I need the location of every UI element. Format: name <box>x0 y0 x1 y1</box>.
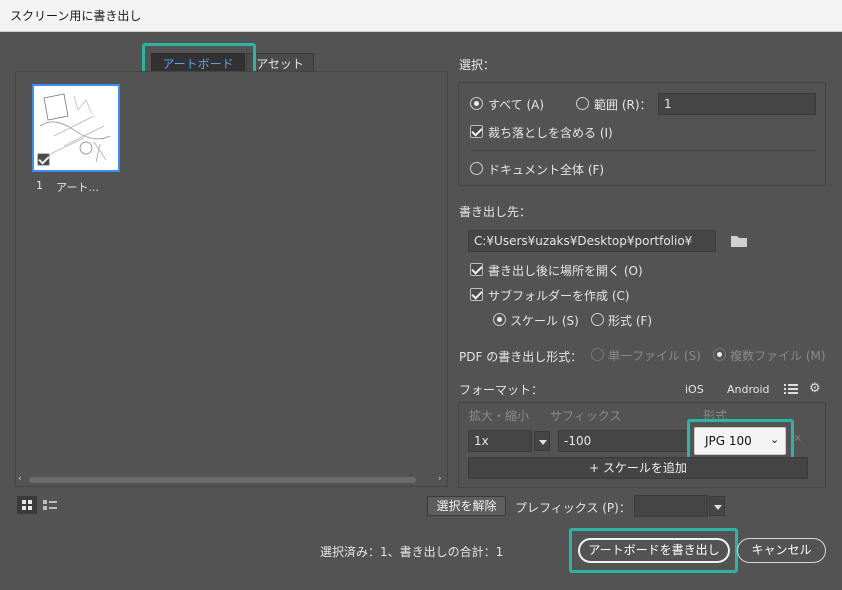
cancel-button[interactable]: キャンセル <box>737 538 826 563</box>
artboard-scrollbar[interactable]: ‹ › <box>17 474 445 485</box>
grid-view-button[interactable] <box>17 496 37 514</box>
scale-field[interactable]: 1x <box>468 430 532 452</box>
export-highlight-frame <box>569 528 738 573</box>
subfolder-checkbox[interactable] <box>470 288 483 301</box>
scroll-right-icon[interactable]: › <box>438 474 442 484</box>
column-scale-header: 拡大・縮小 <box>469 409 530 423</box>
radio-pdf-single-label[interactable]: 単一ファイル (S) <box>608 347 701 364</box>
radio-scale[interactable] <box>493 313 506 326</box>
ios-preset-button[interactable]: iOS <box>685 383 704 396</box>
scroll-left-icon[interactable]: ‹ <box>18 474 22 484</box>
scale-dropdown[interactable] <box>534 431 550 451</box>
selection-divider <box>470 150 816 151</box>
subfolder-label[interactable]: サブフォルダーを作成 (C) <box>488 287 630 304</box>
android-preset-button[interactable]: Android <box>727 383 770 396</box>
bleed-checkbox[interactable] <box>470 125 483 138</box>
artboard-name: アート... <box>56 181 99 194</box>
format-highlight-frame <box>687 419 794 462</box>
remove-row-icon[interactable]: ✕ <box>793 432 802 445</box>
deselect-button[interactable]: 選択を解除 <box>427 496 506 516</box>
format-heading: フォーマット： <box>459 383 544 397</box>
prefix-input[interactable] <box>634 495 708 517</box>
prefix-label: プレフィックス (P)： <box>515 501 631 515</box>
radio-pdf-multi[interactable] <box>713 348 726 361</box>
scrollbar-thumb[interactable] <box>29 477 416 483</box>
bleed-label[interactable]: 裁ち落としを含める (I) <box>488 124 613 141</box>
artboard-checkbox[interactable] <box>37 153 50 166</box>
radio-scale-label[interactable]: スケール (S) <box>510 312 579 329</box>
grid-view-icon <box>22 500 32 510</box>
open-after-label[interactable]: 書き出し後に場所を開く (O) <box>488 262 643 279</box>
range-input[interactable]: 1 <box>658 93 816 115</box>
radio-all-label[interactable]: すべて (A) <box>488 96 544 113</box>
gear-icon[interactable]: ⚙ <box>809 381 821 396</box>
radio-format-label[interactable]: 形式 (F) <box>608 312 652 329</box>
radio-format[interactable] <box>591 313 604 326</box>
prefix-dropdown[interactable] <box>709 496 725 516</box>
radio-pdf-single[interactable] <box>591 348 604 361</box>
pdf-format-label: PDF の書き出し形式： <box>459 350 583 364</box>
export-to-heading: 書き出し先： <box>459 205 532 219</box>
radio-whole-document[interactable] <box>470 162 483 175</box>
status-summary: 選択済み：1、書き出しの合計：1 <box>320 545 504 559</box>
artboard-thumbnail[interactable] <box>32 84 120 172</box>
radio-pdf-multi-label[interactable]: 複数ファイル (M) <box>730 347 826 364</box>
list-view-icon <box>43 500 57 510</box>
open-after-checkbox[interactable] <box>470 263 483 276</box>
list-icon[interactable] <box>784 382 798 399</box>
selection-heading: 選択： <box>459 58 496 72</box>
artboard-number: 1 <box>36 179 43 192</box>
radio-range[interactable] <box>576 97 589 110</box>
list-view-button[interactable] <box>40 496 60 514</box>
radio-range-label[interactable]: 範囲 (R)： <box>594 96 652 113</box>
suffix-field[interactable]: -100 <box>558 430 690 452</box>
radio-whole-document-label[interactable]: ドキュメント全体 (F) <box>488 161 604 178</box>
export-path-field[interactable]: C:¥Users¥uzaks¥Desktop¥portfolio¥ <box>468 230 716 252</box>
folder-icon[interactable] <box>730 234 748 251</box>
window-title: スクリーン用に書き出し <box>0 0 842 32</box>
radio-all[interactable] <box>470 97 483 110</box>
column-suffix-header: サフィックス <box>550 409 622 423</box>
add-scale-button[interactable]: + スケールを追加 <box>468 457 808 479</box>
